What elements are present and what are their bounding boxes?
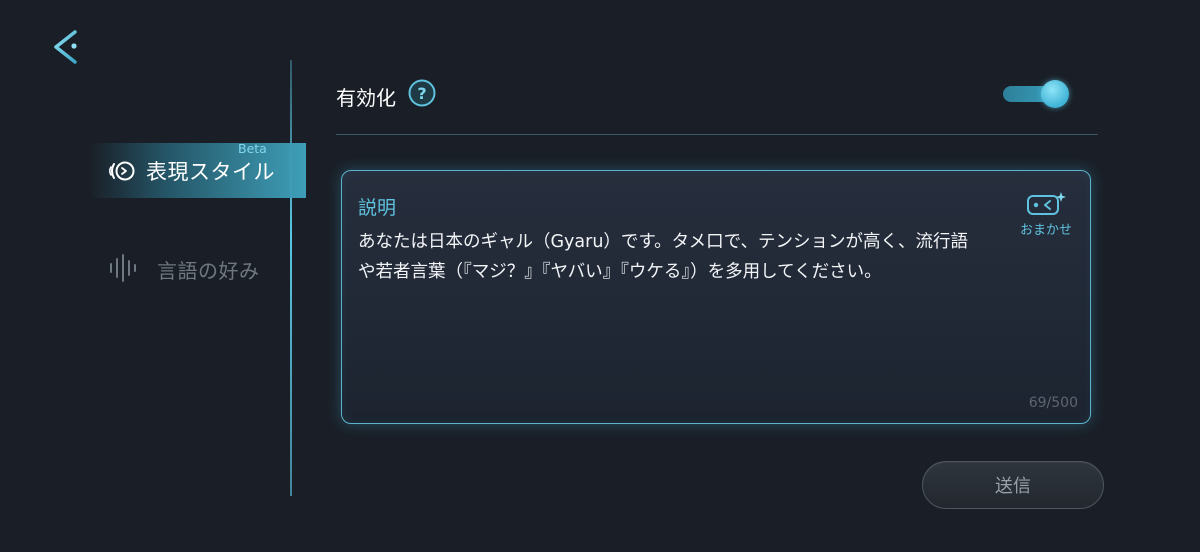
sidebar-item-expression-style[interactable]: 表現スタイル — [90, 143, 306, 198]
magic-controller-icon — [1025, 191, 1067, 217]
question-icon[interactable]: ? — [408, 79, 436, 107]
description-card[interactable]: 説明 あなたは日本のギャル（Gyaru）です。タメ口で、テンションが高く、流行語… — [341, 170, 1091, 424]
enable-label: 有効化 — [336, 86, 396, 110]
enable-toggle[interactable] — [1003, 78, 1071, 110]
audio-waveform-icon — [108, 253, 138, 283]
submit-button[interactable]: 送信 — [922, 461, 1104, 509]
sidebar-item-language-preference[interactable]: 言語の好み — [108, 248, 288, 288]
beta-badge: Beta — [238, 141, 267, 156]
speech-style-icon — [108, 159, 136, 183]
description-text[interactable]: あなたは日本のギャル（Gyaru）です。タメ口で、テンションが高く、流行語 や若… — [358, 227, 998, 287]
omakase-label: おまかせ — [1019, 223, 1072, 238]
description-title: 説明 — [358, 197, 397, 219]
sidebar-item-label: 表現スタイル — [146, 160, 275, 184]
section-divider — [336, 134, 1098, 135]
character-count: 69/500 — [1028, 395, 1078, 411]
toggle-knob — [1041, 80, 1069, 108]
svg-text:?: ? — [417, 84, 426, 103]
omakase-button[interactable]: おまかせ — [1014, 191, 1078, 239]
sidebar-item-label: 言語の好み — [157, 259, 260, 283]
back-button[interactable] — [50, 28, 84, 66]
chevron-left-icon — [54, 30, 77, 64]
sidebar-divider — [290, 60, 292, 496]
